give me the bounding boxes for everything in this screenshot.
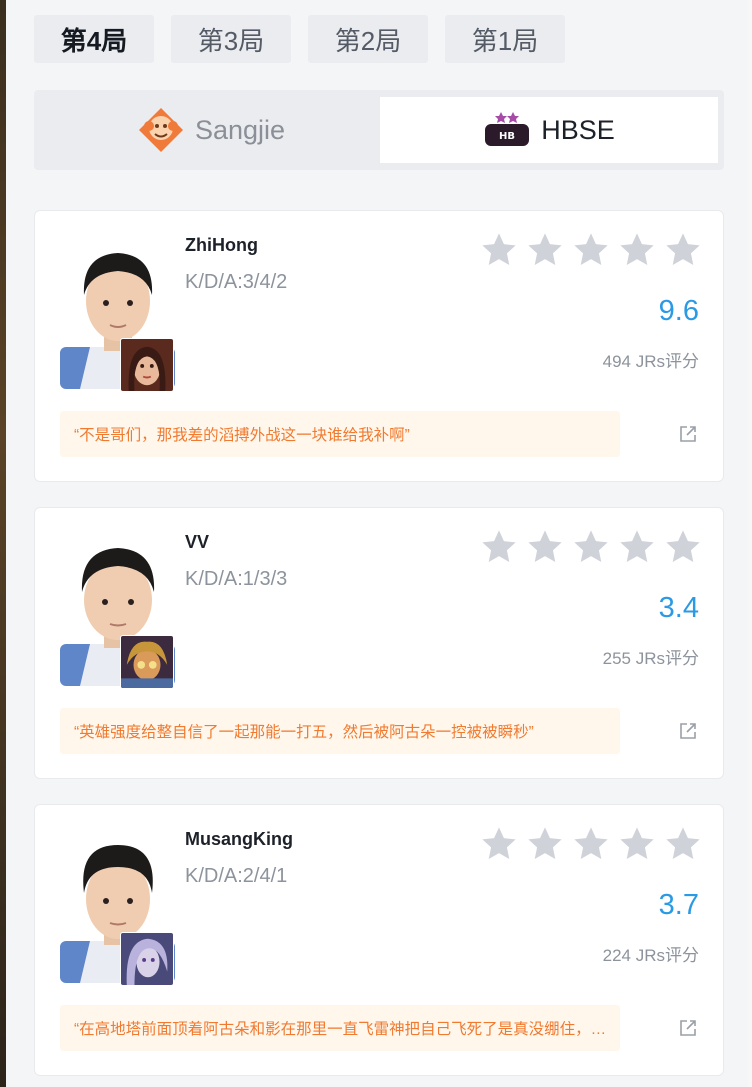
star-icon[interactable] — [480, 528, 518, 566]
star-icon[interactable] — [526, 231, 564, 269]
team-name: HBSE — [541, 114, 615, 145]
player-card: VV K/D/A:1/3/3 3.4 255 JRs评分 “英雄强度给整自信了一… — [34, 507, 724, 779]
star-icon[interactable] — [572, 528, 610, 566]
player-kda: K/D/A:3/4/2 — [185, 271, 288, 293]
star-icon[interactable] — [572, 825, 610, 863]
rating-stars — [480, 528, 702, 568]
top-comment[interactable]: “在高地塔前面顶着阿古朵和影在那里一直飞雷神把自己飞死了是真没绷住，… — [60, 1005, 620, 1051]
team-tab-sangjie[interactable]: Sangjie — [42, 97, 380, 163]
player-name: VV — [185, 532, 210, 552]
player-kda: K/D/A:2/4/1 — [185, 865, 288, 887]
svg-text:HB: HB — [499, 131, 515, 142]
star-icon[interactable] — [480, 231, 518, 269]
star-icon[interactable] — [480, 825, 518, 863]
external-link-icon[interactable] — [679, 425, 697, 443]
rating-count: 494 JRs评分 — [602, 352, 699, 371]
player-kda: K/D/A:1/3/3 — [185, 568, 288, 590]
player-score: 3.7 — [658, 889, 699, 921]
page: 第4局 第3局 第2局 第1局 Sangjie HB HBSE ZhiHong … — [0, 0, 752, 1087]
player-card: ZhiHong K/D/A:3/4/2 9.6 494 JRs评分 “不是哥们，… — [34, 210, 724, 482]
monkey-logo-icon — [138, 108, 183, 152]
rating-count: 255 JRs评分 — [602, 649, 699, 668]
player-card: MusangKing K/D/A:2/4/1 3.7 224 JRs评分 “在高… — [34, 804, 724, 1076]
tab-round-2[interactable]: 第2局 — [308, 15, 428, 63]
team-tab-hbse[interactable]: HB HBSE — [380, 97, 718, 163]
tab-round-4[interactable]: 第4局 — [34, 15, 154, 63]
star-icon[interactable] — [572, 231, 610, 269]
star-icon[interactable] — [618, 231, 656, 269]
rating-stars — [480, 231, 702, 271]
top-comment[interactable]: “英雄强度给整自信了一起那能一打五，然后被阿古朵一控被被瞬秒” — [60, 708, 620, 754]
star-icon[interactable] — [618, 528, 656, 566]
star-icon[interactable] — [664, 528, 702, 566]
star-icon[interactable] — [664, 231, 702, 269]
player-score: 9.6 — [658, 295, 699, 327]
player-name: ZhiHong — [185, 235, 258, 255]
tab-round-1[interactable]: 第1局 — [445, 15, 565, 63]
player-score: 3.4 — [658, 592, 699, 624]
star-icon[interactable] — [526, 825, 564, 863]
external-link-icon[interactable] — [679, 1019, 697, 1037]
team-name: Sangjie — [194, 114, 286, 145]
star-icon[interactable] — [618, 825, 656, 863]
hero-portrait-icon — [120, 932, 174, 986]
tab-round-3[interactable]: 第3局 — [171, 15, 291, 63]
external-link-icon[interactable] — [679, 722, 697, 740]
top-comment[interactable]: “不是哥们，那我差的滔搏外战这一块谁给我补啊” — [60, 411, 620, 457]
hero-portrait-icon — [120, 338, 174, 392]
team-switch: Sangjie HB HBSE — [34, 90, 724, 170]
player-name: MusangKing — [185, 829, 293, 849]
round-tabs: 第4局 第3局 第2局 第1局 — [34, 15, 574, 63]
background-edge — [0, 0, 6, 1087]
rating-count: 224 JRs评分 — [602, 946, 699, 965]
homebois-logo-icon: HB — [485, 112, 530, 146]
hero-portrait-icon — [120, 635, 174, 689]
star-icon[interactable] — [526, 528, 564, 566]
background-edge-right — [748, 0, 752, 1087]
star-icon[interactable] — [664, 825, 702, 863]
rating-stars — [480, 825, 702, 865]
